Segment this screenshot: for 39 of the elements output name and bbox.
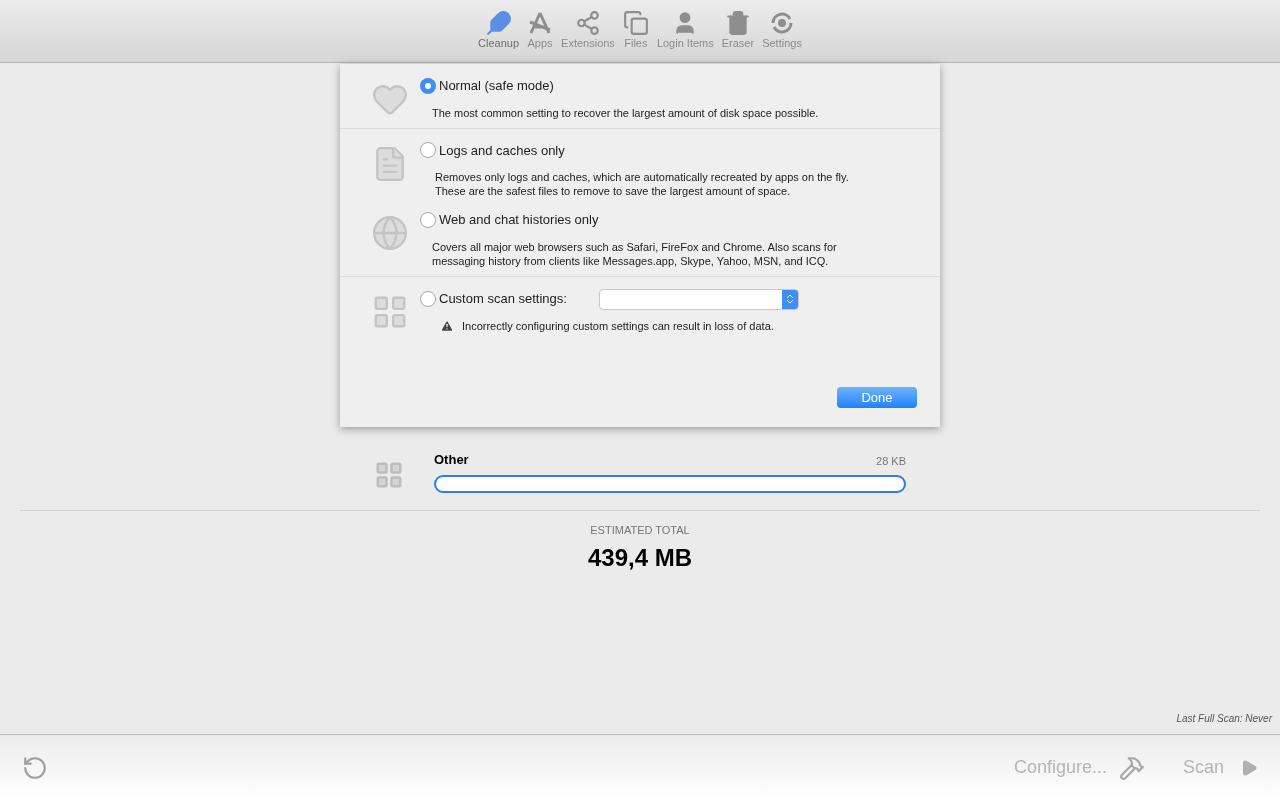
total-label: ESTIMATED TOTAL: [590, 522, 690, 538]
files-icon: [622, 10, 649, 36]
toolbar-tab[interactable]: Cleanup: [476, 10, 522, 50]
radio-option[interactable]: Web and chat histories only: [420, 210, 599, 230]
play-icon: [1240, 758, 1258, 777]
select-field[interactable]: [598, 288, 799, 310]
configure-button[interactable]: Configure...: [1013, 754, 1145, 781]
tools-icon: [1118, 754, 1145, 781]
total-value: 439,4 MB: [587, 543, 693, 573]
warning-text: Incorrectly configuring custom settings can result in loss of data.: [462, 318, 774, 334]
radio-option[interactable]: Custom scan settings:: [420, 289, 567, 309]
toolbar-tab[interactable]: Extensions: [559, 10, 617, 50]
option-description: messaging history from clients like Messages.app, Skype, Yahoo, MSN, and ICQ.: [432, 253, 830, 268]
globe-icon: [371, 214, 409, 252]
last-scan-text: Last Full Scan: Never: [1176, 712, 1272, 726]
refresh-icon[interactable]: [22, 754, 48, 781]
radio-button[interactable]: [420, 291, 436, 307]
option-description: The most common setting to recover the largest amount of disk space possible.: [432, 105, 820, 120]
toolbar-tab[interactable]: Eraser: [719, 10, 757, 50]
option-description: These are the safest files to remove to save the largest amount of space.: [435, 184, 792, 198]
radio-button[interactable]: [420, 211, 436, 228]
warning-icon: [440, 318, 454, 333]
option-description: Removes only logs and caches, which are automatically recreated by apps on the fly.: [435, 170, 850, 184]
toolbar-tab[interactable]: Login Items: [654, 10, 716, 50]
radio-button[interactable]: [420, 77, 436, 94]
toolbar-tab[interactable]: Settings: [760, 10, 804, 50]
category-name: Other: [434, 451, 469, 469]
radio-option[interactable]: Normal (safe mode): [420, 76, 554, 96]
share-icon: [574, 10, 601, 36]
category-size: 28 KB: [876, 454, 906, 469]
radio-option[interactable]: Logs and caches only: [420, 140, 565, 160]
grid-icon: [374, 460, 404, 490]
toolbar-tab[interactable]: Files: [620, 10, 651, 50]
trash-icon: [724, 10, 751, 36]
radio-button[interactable]: [420, 142, 436, 159]
done-button[interactable]: Done: [837, 387, 917, 408]
toolbar-tab[interactable]: Apps: [525, 10, 556, 50]
scan-button[interactable]: Scan: [1182, 754, 1258, 781]
option-description: Covers all major web browsers such as Safari, FireFox and Chrome. Also scans for: [432, 239, 838, 254]
